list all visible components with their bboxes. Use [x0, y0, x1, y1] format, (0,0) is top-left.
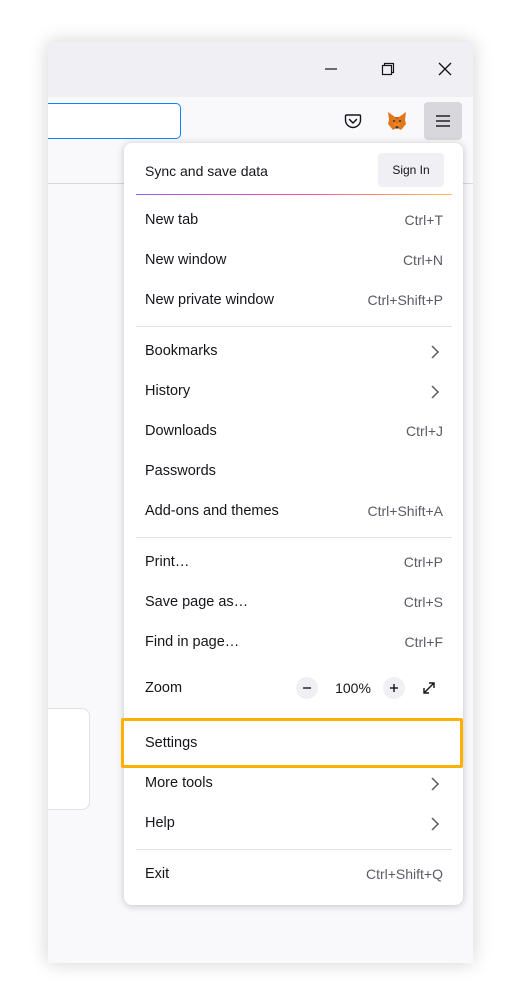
menu-item-label: More tools: [145, 775, 213, 791]
menu-item-label: Bookmarks: [145, 343, 218, 359]
pocket-icon: [344, 114, 362, 129]
sync-label: Sync and save data: [145, 163, 268, 179]
menu-item-more-tools[interactable]: More tools: [136, 764, 452, 804]
menu-item-label: Settings: [145, 735, 198, 751]
menu-item-label: Exit: [145, 866, 170, 882]
zoom-label: Zoom: [145, 680, 183, 696]
menu-item-addons-and-themes[interactable]: Add-ons and themes Ctrl+Shift+A: [136, 492, 452, 532]
zoom-reset-button[interactable]: 100%: [333, 676, 373, 700]
menu-item-label: Add-ons and themes: [145, 503, 279, 519]
chevron-right-icon: [431, 817, 440, 831]
fullscreen-button[interactable]: [417, 676, 441, 700]
menu-item-new-tab[interactable]: New tab Ctrl+T: [136, 201, 452, 241]
menu-item-help[interactable]: Help: [136, 804, 452, 844]
menu-item-shortcut: Ctrl+T: [404, 212, 444, 228]
menu-item-zoom: Zoom 100%: [136, 669, 452, 709]
close-button[interactable]: [425, 50, 465, 88]
menu-item-find-in-page[interactable]: Find in page… Ctrl+F: [136, 623, 452, 663]
menu-item-exit[interactable]: Exit Ctrl+Shift+Q: [136, 855, 452, 895]
menu-item-shortcut: Ctrl+J: [406, 423, 443, 439]
title-bar: [48, 42, 473, 97]
menu-separator: [136, 849, 452, 850]
menu-item-label: Print…: [145, 554, 190, 570]
chevron-right-icon: [431, 777, 440, 791]
application-menu-button[interactable]: [424, 102, 462, 140]
fullscreen-icon: [423, 682, 435, 694]
sign-in-button[interactable]: Sign In: [378, 153, 444, 187]
menu-item-shortcut: Ctrl+Shift+A: [367, 503, 443, 519]
menu-item-label: New window: [145, 252, 227, 268]
hamburger-menu-icon: [436, 115, 450, 127]
menu-item-new-private-window[interactable]: New private window Ctrl+Shift+P: [136, 281, 452, 321]
zoom-in-icon: [383, 677, 405, 699]
menu-item-label: Help: [145, 815, 175, 831]
menu-separator: [136, 718, 452, 719]
menu-item-label: Save page as…: [145, 594, 249, 610]
menu-item-label: Find in page…: [145, 634, 240, 650]
url-bar[interactable]: [48, 103, 181, 139]
restore-button[interactable]: [368, 50, 408, 88]
menu-item-shortcut: Ctrl+F: [404, 634, 444, 650]
zoom-in-button[interactable]: [383, 676, 405, 700]
menu-item-label: Downloads: [145, 423, 217, 439]
menu-item-save-page-as[interactable]: Save page as… Ctrl+S: [136, 583, 452, 623]
metamask-extension-button[interactable]: [378, 102, 416, 140]
menu-item-bookmarks[interactable]: Bookmarks: [136, 332, 452, 372]
page-content-card: [48, 708, 90, 810]
menu-item-passwords[interactable]: Passwords: [136, 452, 452, 492]
menu-item-label: Passwords: [145, 463, 216, 479]
menu-item-shortcut: Ctrl+Shift+P: [367, 292, 443, 308]
menu-item-settings[interactable]: Settings: [136, 724, 452, 764]
menu-item-history[interactable]: History: [136, 372, 452, 412]
menu-item-shortcut: Ctrl+P: [403, 554, 443, 570]
app-menu-panel: Sync and save data Sign In New tab Ctrl+…: [124, 143, 463, 905]
minimize-button[interactable]: [311, 50, 351, 88]
metamask-fox-icon: [388, 112, 406, 130]
menu-item-shortcut: Ctrl+N: [402, 252, 443, 268]
zoom-out-button[interactable]: [296, 676, 318, 700]
menu-separator: [136, 537, 452, 538]
menu-separator: [136, 326, 452, 327]
zoom-value: 100%: [335, 680, 371, 696]
menu-item-shortcut: Ctrl+S: [403, 594, 443, 610]
sync-divider: [136, 194, 452, 195]
menu-item-downloads[interactable]: Downloads Ctrl+J: [136, 412, 452, 452]
menu-item-new-window[interactable]: New window Ctrl+N: [136, 241, 452, 281]
sync-row[interactable]: Sync and save data Sign In: [136, 151, 452, 195]
restore-icon: [381, 62, 395, 76]
zoom-out-icon: [296, 677, 318, 699]
menu-item-shortcut: Ctrl+Shift+Q: [365, 866, 443, 882]
menu-item-label: New tab: [145, 212, 199, 228]
menu-item-label: New private window: [145, 292, 274, 308]
pocket-button[interactable]: [334, 102, 372, 140]
chevron-right-icon: [431, 385, 440, 399]
minimize-icon: [325, 68, 337, 70]
menu-item-print[interactable]: Print… Ctrl+P: [136, 543, 452, 583]
menu-item-label: History: [145, 383, 191, 399]
chevron-right-icon: [431, 345, 440, 359]
close-icon: [438, 62, 452, 76]
